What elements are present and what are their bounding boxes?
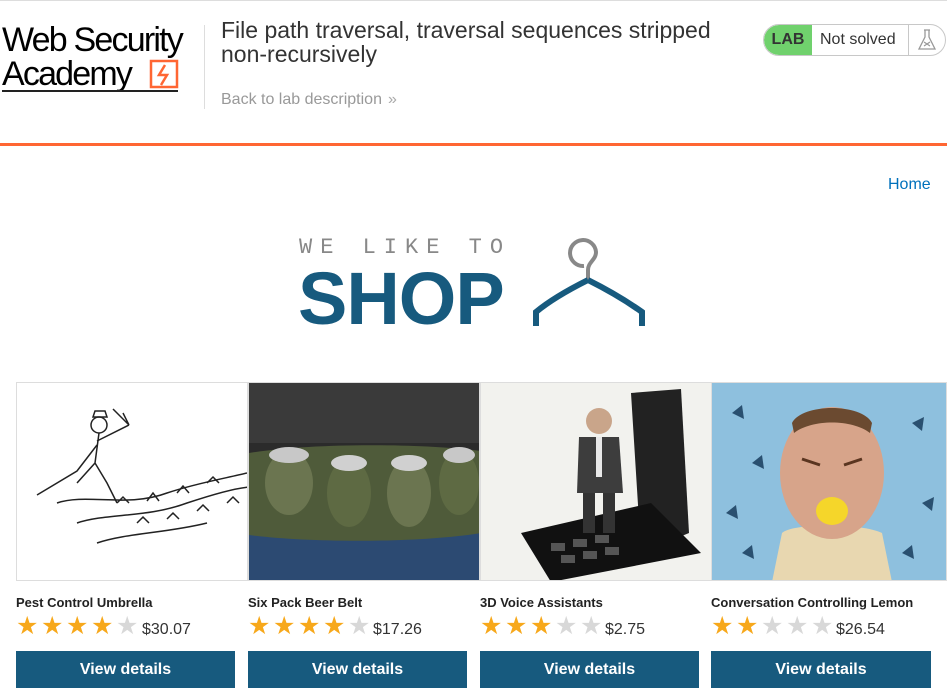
shop-brand-logo: WE LIKE TO SHOP (298, 230, 658, 340)
star-filled-icon: ★ (41, 612, 64, 640)
header-accent-bar (0, 143, 947, 146)
hanger-icon (533, 238, 645, 326)
star-empty-icon: ★ (580, 612, 603, 640)
view-details-button[interactable]: View details (16, 651, 235, 688)
product-name: Pest Control Umbrella (16, 595, 153, 610)
star-filled-icon: ★ (66, 612, 89, 640)
star-empty-icon: ★ (811, 612, 834, 640)
product-image[interactable] (248, 382, 480, 581)
star-empty-icon: ★ (555, 612, 578, 640)
view-details-button[interactable]: View details (248, 651, 467, 688)
lab-badge: LAB (764, 25, 812, 55)
lab-status-text: Not solved (820, 31, 896, 48)
lab-status-widget: LAB Not solved (763, 24, 946, 56)
star-filled-icon: ★ (273, 612, 296, 640)
back-link-label: Back to lab description (221, 91, 382, 108)
product-name: Conversation Controlling Lemon (711, 595, 914, 610)
logo-underline (2, 90, 178, 92)
star-filled-icon: ★ (711, 612, 734, 640)
view-details-button[interactable]: View details (711, 651, 931, 688)
product-rating: ★ ★ ★ ★ ★ (16, 612, 141, 640)
home-link[interactable]: Home (888, 176, 931, 194)
lab-title: File path traversal, traversal sequences… (221, 17, 711, 67)
star-filled-icon: ★ (736, 612, 759, 640)
double-chevron-right-icon: » (387, 91, 397, 108)
product-rating: ★ ★ ★ ★ ★ (711, 612, 836, 640)
star-filled-icon: ★ (16, 612, 39, 640)
product-price: $2.75 (605, 621, 646, 638)
web-security-academy-logo[interactable]: Web Security Academy (2, 19, 202, 95)
lab-header: Web Security Academy File path traversal… (0, 0, 947, 143)
star-filled-icon: ★ (480, 612, 503, 640)
product-name: 3D Voice Assistants (480, 595, 603, 610)
star-filled-icon: ★ (298, 612, 321, 640)
star-empty-icon: ★ (761, 612, 784, 640)
brand-shop-word: SHOP (298, 257, 505, 340)
star-filled-icon: ★ (91, 612, 114, 640)
header-divider (204, 25, 205, 109)
product-rating: ★ ★ ★ ★ ★ (248, 612, 373, 640)
product-card: 3D Voice Assistants ★ ★ ★ ★ ★ $2.75 View det… (480, 382, 712, 688)
product-price: $17.26 (373, 621, 422, 638)
back-to-lab-description-link[interactable]: Back to lab description » (221, 91, 397, 109)
product-image[interactable] (711, 382, 947, 581)
product-name: Six Pack Beer Belt (248, 595, 363, 610)
star-filled-icon: ★ (323, 612, 346, 640)
product-price: $30.07 (142, 621, 191, 638)
product-image[interactable] (480, 382, 712, 581)
product-card: Pest Control Umbrella ★ ★ ★ ★ ★ $30.07 View … (16, 382, 248, 688)
star-filled-icon: ★ (248, 612, 271, 640)
product-card: Six Pack Beer Belt ★ ★ ★ ★ ★ $17.26 View det… (248, 382, 480, 688)
product-price: $26.54 (836, 621, 885, 638)
star-filled-icon: ★ (505, 612, 528, 640)
product-card: Conversation Controlling Lemon ★ ★ ★ ★ ★ $26… (711, 382, 947, 688)
star-empty-icon: ★ (116, 612, 139, 640)
product-image[interactable] (16, 382, 248, 581)
view-details-button[interactable]: View details (480, 651, 699, 688)
flask-icon-box (908, 25, 945, 55)
logo-line-2: Academy (2, 55, 133, 93)
flask-icon (918, 29, 936, 50)
product-rating: ★ ★ ★ ★ ★ (480, 612, 605, 640)
star-empty-icon: ★ (786, 612, 809, 640)
lightning-icon (149, 59, 179, 89)
star-empty-icon: ★ (348, 612, 371, 640)
star-filled-icon: ★ (530, 612, 553, 640)
